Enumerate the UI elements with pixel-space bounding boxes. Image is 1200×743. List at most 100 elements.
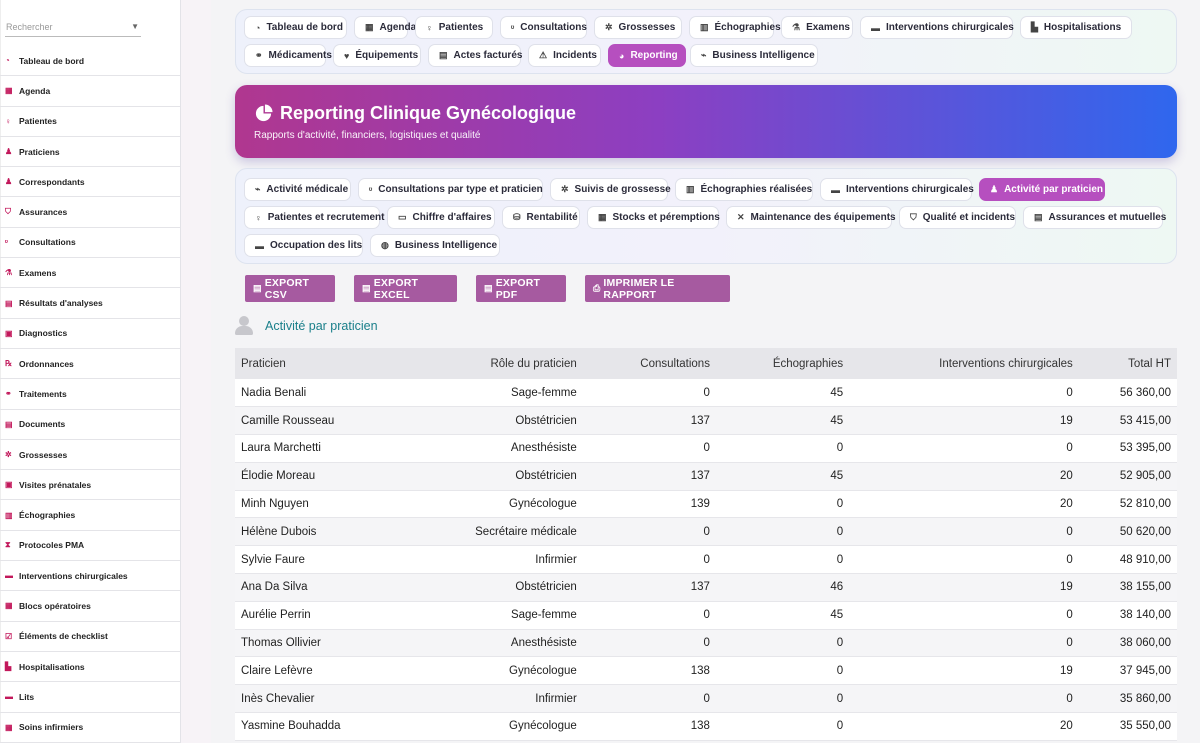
sidebar-item-elements-de-checklist[interactable]: ☑ Éléments de checklist xyxy=(0,622,180,652)
baby-icon: ✲ xyxy=(561,184,569,194)
tab-grossesses[interactable]: ✲ Grossesses xyxy=(594,16,682,39)
tab-patientes[interactable]: ♀ Patientes xyxy=(415,16,493,39)
column-header-praticien[interactable]: Praticien xyxy=(235,348,383,379)
cell-interventions-chirurgicales: 0 xyxy=(849,517,1079,547)
sidebar-item-grossesses[interactable]: ✲ Grossesses xyxy=(0,440,180,471)
report-tab-occupation-des-lits[interactable]: ▬ Occupation des lits xyxy=(244,234,363,257)
report-tab-business-intelligence[interactable]: ◍ Business Intelligence xyxy=(370,234,500,257)
warning-icon: ⚠ xyxy=(539,50,548,60)
cell-echographies: 0 xyxy=(715,434,850,463)
cell-consultations: 137 xyxy=(582,573,716,602)
cell-interventions-chirurgicales: 0 xyxy=(849,434,1079,463)
table-row[interactable]: Aurélie Perrin Sage-femme 0 45 0 38 140,00 xyxy=(235,601,1177,630)
export-excel-button[interactable]: ▤ EXPORT EXCEL xyxy=(354,275,457,302)
table-row[interactable]: Yasmine Bouhadda Gynécologue 138 0 20 35 550,… xyxy=(235,712,1177,741)
tab-examens[interactable]: ⚗ Examens xyxy=(781,16,853,39)
column-header-role-du-praticien[interactable]: Rôle du praticien xyxy=(382,348,583,379)
report-tab-suivis-de-grossesse[interactable]: ✲ Suivis de grossesse xyxy=(550,178,671,201)
column-header-echographies[interactable]: Échographies xyxy=(715,348,850,379)
chevron-down-icon[interactable]: ▼ xyxy=(131,17,139,37)
tab-label: Qualité et incidents xyxy=(922,212,1016,223)
tab-equipements[interactable]: ♥ Équipements xyxy=(333,44,421,67)
sidebar-item-diagnostics[interactable]: ▣ Diagnostics xyxy=(0,319,180,349)
column-header-interventions-chirurgicales[interactable]: Interventions chirurgicales xyxy=(849,348,1079,379)
report-tab-echographies-realisees[interactable]: ▥ Échographies réalisées xyxy=(675,178,813,201)
tab-agenda[interactable]: ▦ Agenda xyxy=(354,16,416,39)
report-tab-chiffre-d-affaires[interactable]: ▭ Chiffre d'affaires xyxy=(387,206,495,229)
table-row[interactable]: Sylvie Faure Infirmier 0 0 0 48 910,00 xyxy=(235,545,1177,575)
imprimer-le-rapport-button[interactable]: ⎙ IMPRIMER LE RAPPORT xyxy=(585,275,730,302)
cell-total-ht: 52 905,00 xyxy=(1078,462,1177,491)
sidebar-item-soins-infirmiers[interactable]: ▦ Soins infirmiers xyxy=(0,713,180,743)
table-row[interactable]: Laura Marchetti Anesthésiste 0 0 0 53 395,00 xyxy=(235,434,1177,463)
cell-consultations: 0 xyxy=(582,545,716,575)
report-tab-stocks-et-peremptions[interactable]: ▦ Stocks et péremptions xyxy=(587,206,720,229)
report-tab-activite-medicale[interactable]: ⌁ Activité médicale xyxy=(244,178,351,201)
report-tab-rentabilite[interactable]: ⛁ Rentabilité xyxy=(502,206,580,229)
sidebar-item-visites-prenatales[interactable]: ▣ Visites prénatales xyxy=(0,470,180,501)
report-tab-interventions-chirurgicales[interactable]: ▬ Interventions chirurgicales xyxy=(820,178,974,201)
visit-icon: ▣ xyxy=(5,480,13,490)
cell-total-ht: 38 060,00 xyxy=(1078,629,1177,658)
tab-label: Hospitalisations xyxy=(1043,22,1122,33)
tab-tableau-de-bord[interactable]: ◔ Tableau de bord xyxy=(244,16,347,39)
sidebar-item-consultations[interactable]: ᶹ Consultations xyxy=(0,228,180,259)
cell-interventions-chirurgicales: 19 xyxy=(849,656,1079,686)
export-csv-button[interactable]: ▤ EXPORT CSV xyxy=(245,275,335,302)
table-row[interactable]: Inès Chevalier Infirmier 0 0 0 35 860,00 xyxy=(235,684,1177,714)
report-tab-consultations-par-type-et-praticien[interactable]: ᶹ Consultations par type et praticien xyxy=(358,178,543,201)
export-pdf-button[interactable]: ▤ EXPORT PDF xyxy=(476,275,566,302)
table-row[interactable]: Minh Nguyen Gynécologue 139 0 20 52 810,00 xyxy=(235,490,1177,519)
sidebar-item-traitements[interactable]: ⚭ Traitements xyxy=(0,379,180,410)
tab-hospitalisations[interactable]: ▙ Hospitalisations xyxy=(1020,16,1132,39)
sidebar-item-patientes[interactable]: ♀ Patientes xyxy=(0,107,180,137)
sidebar-item-tableau-de-bord[interactable]: ◔ Tableau de bord xyxy=(0,46,180,77)
tab-consultations[interactable]: ᶹ Consultations xyxy=(500,16,587,39)
sidebar-item-documents[interactable]: ▤ Documents xyxy=(0,410,180,440)
tab-reporting[interactable]: ◕ Reporting xyxy=(608,44,686,67)
tab-interventions-chirurgicales[interactable]: ▬ Interventions chirurgicales xyxy=(860,16,1014,39)
column-header-consultations[interactable]: Consultations xyxy=(582,348,716,379)
cell-role-du-praticien: Infirmier xyxy=(382,684,583,714)
table-row[interactable]: Hélène Dubois Secrétaire médicale 0 0 0 50 62… xyxy=(235,517,1177,547)
sidebar-item-agenda[interactable]: ▦ Agenda xyxy=(0,76,180,107)
ultrasound-icon: ▥ xyxy=(5,510,13,520)
sidebar-item-label: Blocs opératoires xyxy=(19,600,91,611)
tab-actes-factures[interactable]: ▤ Actes facturés xyxy=(428,44,522,67)
column-header-total-ht[interactable]: Total HT xyxy=(1078,348,1177,379)
sidebar-item-examens[interactable]: ⚗ Examens xyxy=(0,258,180,289)
sidebar-item-hospitalisations[interactable]: ▙ Hospitalisations xyxy=(0,652,180,683)
sidebar-item-ordonnances[interactable]: ℞ Ordonnances xyxy=(0,349,180,380)
tab-label: Consultations par type et praticien xyxy=(378,184,543,195)
tab-incidents[interactable]: ⚠ Incidents xyxy=(528,44,601,67)
report-tab-assurances-et-mutuelles[interactable]: ▤ Assurances et mutuelles xyxy=(1023,206,1166,229)
sidebar-item-interventions-chirurgicales[interactable]: ▬ Interventions chirurgicales xyxy=(0,561,180,592)
sidebar-item-blocs-operatoires[interactable]: ▦ Blocs opératoires xyxy=(0,591,180,622)
table-row[interactable]: Élodie Moreau Obstétricien 137 45 20 52 905,0… xyxy=(235,462,1177,491)
tab-echographies[interactable]: ▥ Échographies xyxy=(689,16,781,39)
tab-business-intelligence[interactable]: ⌁ Business Intelligence xyxy=(690,44,818,67)
tab-medicaments[interactable]: ⚭ Médicaments xyxy=(244,44,332,67)
search-input[interactable]: Rechercher ▼ xyxy=(5,17,141,37)
report-tab-qualite-et-incidents[interactable]: ⛉ Qualité et incidents xyxy=(899,206,1016,229)
sidebar-item-resultats-d-analyses[interactable]: ▤ Résultats d'analyses xyxy=(0,288,180,319)
ultrasound-icon: ▥ xyxy=(700,22,709,32)
sidebar-item-protocoles-pma[interactable]: ⧗ Protocoles PMA xyxy=(0,531,180,562)
tab-label: Incidents xyxy=(553,50,597,61)
cell-echographies: 45 xyxy=(715,406,850,436)
sidebar-item-label: Résultats d'analyses xyxy=(19,298,103,309)
sidebar-item-assurances[interactable]: ⛉ Assurances xyxy=(0,197,180,228)
report-tab-maintenance-des-equipements[interactable]: ✕ Maintenance des équipements xyxy=(726,206,896,229)
table-row[interactable]: Nadia Benali Sage-femme 0 45 0 56 360,00 xyxy=(235,379,1177,408)
sidebar-item-correspondants[interactable]: ♟ Correspondants xyxy=(0,167,180,198)
sidebar-item-echographies[interactable]: ▥ Échographies xyxy=(0,500,180,531)
report-tab-patientes-et-recrutement[interactable]: ♀ Patientes et recrutement xyxy=(244,206,384,229)
table-row[interactable]: Ana Da Silva Obstétricien 137 46 19 38 155,00 xyxy=(235,573,1177,602)
table-row[interactable]: Thomas Ollivier Anesthésiste 0 0 0 38 060,00 xyxy=(235,629,1177,658)
table-row[interactable]: Claire Lefèvre Gynécologue 138 0 19 37 945,00 xyxy=(235,656,1177,686)
table-row[interactable]: Camille Rousseau Obstétricien 137 45 19 53 41… xyxy=(235,406,1177,436)
tab-label: Business Intelligence xyxy=(394,240,498,251)
sidebar-item-praticiens[interactable]: ♟ Praticiens xyxy=(0,137,180,168)
report-tab-activite-par-praticien[interactable]: ♟ Activité par praticien xyxy=(979,178,1105,201)
sidebar-item-lits[interactable]: ▬ Lits xyxy=(0,682,180,713)
